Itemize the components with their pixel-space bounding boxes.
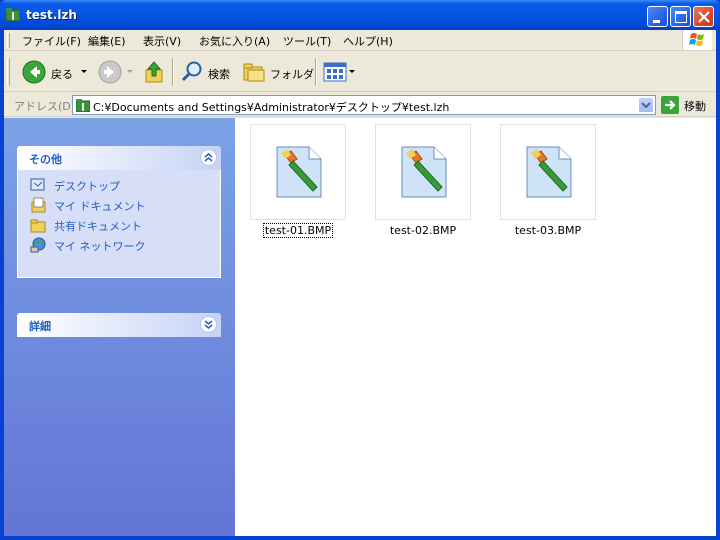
file-thumbnail[interactable]: [250, 124, 346, 220]
shared-documents-icon: [30, 219, 46, 233]
file-list-view[interactable]: test-01.BMP test-02.BMP test-03.BMP: [235, 118, 716, 536]
forward-arrow-icon[interactable]: [98, 60, 122, 84]
search-icon[interactable]: [180, 60, 204, 84]
menu-view[interactable]: 表示(V): [143, 33, 181, 49]
menu-bar: ファイル(F) 編集(E) 表示(V) お気に入り(A) ツール(T) ヘルプ(…: [4, 30, 716, 51]
menu-favorites[interactable]: お気に入り(A): [199, 33, 270, 49]
close-button[interactable]: [693, 6, 714, 27]
file-thumbnail[interactable]: [375, 124, 471, 220]
go-button[interactable]: [661, 96, 679, 114]
link-my-documents[interactable]: マイ ドキュメント: [54, 198, 146, 214]
views-icon[interactable]: [323, 61, 347, 83]
explorer-window: test.lzh ファイル(F) 編集(E) 表示(V) お気に入り(A) ツー…: [0, 0, 720, 540]
details-header[interactable]: 詳細: [17, 313, 221, 337]
menu-help[interactable]: ヘルプ(H): [343, 33, 393, 49]
zip-folder-icon: [76, 99, 90, 112]
address-bar: アドレス(D) C:¥Documents and Settings¥Admini…: [4, 93, 716, 117]
other-places-title: その他: [29, 153, 62, 166]
link-shared-documents[interactable]: 共有ドキュメント: [54, 218, 142, 234]
file-thumbnail[interactable]: [500, 124, 596, 220]
my-network-icon: [30, 237, 46, 253]
file-name[interactable]: test-01.BMP: [238, 223, 358, 238]
address-dropdown-button[interactable]: [638, 97, 654, 113]
details-title: 詳細: [29, 320, 51, 333]
zip-folder-icon: [6, 8, 20, 21]
other-places-panel: デスクトップ マイ ドキュメント 共有ドキュメント マイ ネットワーク: [17, 170, 221, 278]
file-name[interactable]: test-03.BMP: [488, 224, 608, 237]
menu-grip[interactable]: [7, 33, 10, 48]
collapse-button[interactable]: [200, 149, 217, 166]
expand-button[interactable]: [200, 316, 217, 333]
windows-flag-icon: [689, 33, 704, 46]
maximize-icon: [675, 11, 687, 23]
minimize-button[interactable]: [647, 6, 668, 27]
other-places-header[interactable]: その他: [17, 146, 221, 170]
bitmap-paint-icon: [526, 146, 572, 198]
chevron-down-icon: [641, 102, 651, 109]
menu-edit[interactable]: 編集(E): [88, 33, 126, 49]
file-name[interactable]: test-02.BMP: [363, 224, 483, 237]
toolbar-separator: [315, 58, 317, 86]
title-bar[interactable]: test.lzh: [0, 0, 720, 30]
window-title: test.lzh: [26, 8, 77, 22]
window-client-area: ファイル(F) 編集(E) 表示(V) お気に入り(A) ツール(T) ヘルプ(…: [4, 30, 716, 536]
search-button-label[interactable]: 検索: [208, 66, 230, 82]
my-documents-icon: [31, 197, 46, 213]
address-field[interactable]: C:¥Documents and Settings¥Administrator¥…: [72, 95, 656, 115]
back-arrow-icon[interactable]: [22, 60, 46, 84]
forward-dropdown-arrow[interactable]: [127, 70, 133, 73]
folders-icon[interactable]: [242, 61, 266, 83]
chevron-up-icon: [204, 153, 213, 162]
toolbar-grip[interactable]: [7, 58, 10, 86]
close-icon: [698, 11, 710, 23]
desktop-icon: [30, 178, 45, 191]
standard-toolbar: 戻る 検索 フォルダ: [4, 52, 716, 92]
bitmap-paint-icon: [401, 146, 447, 198]
address-value[interactable]: C:¥Documents and Settings¥Administrator¥…: [93, 99, 449, 115]
views-dropdown-arrow[interactable]: [349, 70, 355, 73]
minimize-icon: [653, 20, 660, 23]
back-dropdown-arrow[interactable]: [81, 70, 87, 73]
link-my-network[interactable]: マイ ネットワーク: [54, 238, 146, 254]
back-button-label[interactable]: 戻る: [51, 66, 73, 82]
go-arrow-icon: [665, 100, 676, 110]
chevron-down-icon: [204, 320, 213, 329]
menu-file[interactable]: ファイル(F): [22, 33, 81, 49]
bitmap-paint-icon: [276, 146, 322, 198]
link-desktop[interactable]: デスクトップ: [54, 178, 120, 194]
task-pane: その他 デスクトップ マイ ドキュメント 共有ドキュメント マイ ネットワーク …: [4, 118, 235, 536]
windows-logo: [682, 30, 712, 50]
up-folder-icon[interactable]: [144, 60, 166, 84]
toolbar-separator: [172, 58, 174, 86]
menu-tools[interactable]: ツール(T): [283, 33, 331, 49]
maximize-button[interactable]: [670, 6, 691, 27]
go-label[interactable]: 移動: [684, 98, 706, 114]
folders-button-label[interactable]: フォルダ: [270, 66, 314, 82]
address-label: アドレス(D): [14, 100, 76, 113]
